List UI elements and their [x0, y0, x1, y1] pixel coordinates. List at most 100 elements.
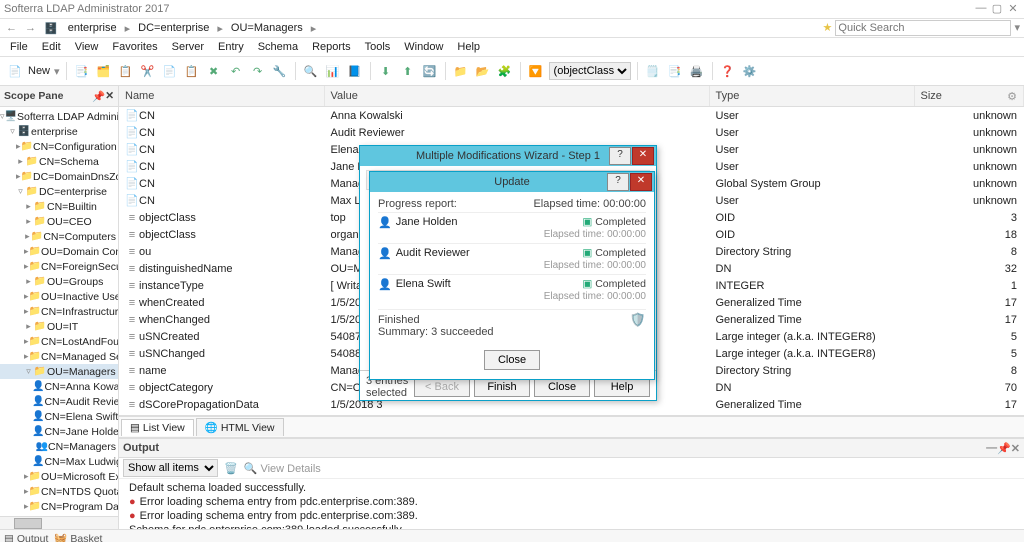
menu-edit[interactable]: Edit	[36, 40, 67, 54]
menu-window[interactable]: Window	[398, 40, 449, 54]
col-type[interactable]: Type	[709, 86, 914, 107]
tool-icon[interactable]: 🔍	[302, 62, 320, 80]
tool-icon[interactable]: ❓	[719, 62, 737, 80]
tool-icon[interactable]: ⬆	[399, 62, 417, 80]
tree-item[interactable]: ▸📁OU=Inactive Users	[0, 289, 118, 304]
tree-item[interactable]: ▸📁OU=Microsoft Exchange Security	[0, 469, 118, 484]
tool-icon[interactable]: 📑	[666, 62, 684, 80]
favorite-icon[interactable]: ★	[822, 22, 832, 34]
help-button[interactable]: Help	[594, 377, 650, 397]
menu-entry[interactable]: Entry	[212, 40, 250, 54]
tree-item[interactable]: ▸📁OU=Domain Controllers	[0, 244, 118, 259]
tree-item[interactable]: ▿📁DC=enterprise	[0, 184, 118, 199]
menu-favorites[interactable]: Favorites	[106, 40, 163, 54]
tree-item[interactable]: ▸📁OU=IT	[0, 319, 118, 334]
undo-icon[interactable]: ↶	[227, 62, 245, 80]
tree-item[interactable]: 👤CN=Elena Swift	[0, 409, 118, 424]
tree-item[interactable]: ▸📁CN=Infrastructure	[0, 304, 118, 319]
tab-output[interactable]: ▤ Output	[4, 533, 48, 542]
close-button[interactable]: Close	[534, 377, 590, 397]
tree-item[interactable]: ▸📁CN=ForeignSecurityPrincipals	[0, 259, 118, 274]
tree-item[interactable]: ▸📁CN=LostAndFound	[0, 334, 118, 349]
menu-server[interactable]: Server	[166, 40, 210, 54]
menu-file[interactable]: File	[4, 40, 34, 54]
filter-combo[interactable]: (objectClass=*)	[549, 62, 631, 80]
maximize-icon[interactable]: ▢	[990, 2, 1004, 16]
paste-icon[interactable]: 📋	[183, 62, 201, 80]
delete-icon[interactable]: ✖	[205, 62, 223, 80]
grid-row[interactable]: 📄CNAudit ReviewerUserunknown	[119, 124, 1024, 141]
tree-item[interactable]: ▸📁CN=Builtin	[0, 199, 118, 214]
tool-icon[interactable]: 📑	[73, 62, 91, 80]
tree-item[interactable]: 👥CN=Managers	[0, 439, 118, 454]
tree-item[interactable]: 👤CN=Max Ludwig	[0, 454, 118, 469]
close-button[interactable]: Close	[484, 350, 540, 370]
pin-icon[interactable]: 📌	[997, 442, 1011, 455]
filter-icon[interactable]: 🔽	[527, 62, 545, 80]
tree-item[interactable]: ▸📁CN=NTDS Quotas	[0, 484, 118, 499]
col-size[interactable]: Size⚙	[914, 86, 1024, 107]
scope-tree[interactable]: ▿🖥️Softerra LDAP Administrator ▿🗄️enterp…	[0, 107, 118, 516]
tab-list-view[interactable]: ▤List View	[121, 419, 194, 436]
server-icon[interactable]: 🗄️	[42, 22, 60, 35]
grid-row[interactable]: 📄CNAnna KowalskiUserunknown	[119, 107, 1024, 125]
new-button[interactable]: 📄	[6, 62, 24, 80]
close-icon[interactable]: ✕	[630, 173, 652, 191]
help-icon[interactable]: ?	[607, 173, 629, 191]
grid-row[interactable]: ≡dSCorePropagationData1/5/2018 3Generali…	[119, 413, 1024, 416]
menu-help[interactable]: Help	[451, 40, 486, 54]
tree-root[interactable]: Softerra LDAP Administrator	[17, 111, 118, 123]
tab-html-view[interactable]: 🌐HTML View	[196, 418, 284, 436]
tree-item[interactable]: ▸📁CN=Computers	[0, 229, 118, 244]
tool-icon[interactable]: 📊	[324, 62, 342, 80]
tree-item[interactable]: ▸📁CN=Configuration	[0, 139, 118, 154]
crumb-1[interactable]: DC=enterprise	[134, 21, 213, 35]
menu-view[interactable]: View	[69, 40, 105, 54]
tree-item[interactable]: ▸📁CN=Managed Service Accounts	[0, 349, 118, 364]
tab-basket[interactable]: 🧺 Basket	[54, 532, 102, 542]
crumb-2[interactable]: OU=Managers	[227, 21, 307, 35]
close-icon[interactable]: ✕	[105, 90, 114, 102]
cut-icon[interactable]: ✂️	[139, 62, 157, 80]
tree-hscroll[interactable]	[0, 516, 118, 529]
col-value[interactable]: Value	[324, 86, 709, 107]
menu-tools[interactable]: Tools	[359, 40, 397, 54]
view-details-button[interactable]: 🔍 View Details	[244, 462, 321, 475]
quick-search-input[interactable]	[835, 20, 1011, 36]
tool-icon[interactable]: 📂	[474, 62, 492, 80]
forward-button[interactable]: →	[23, 22, 38, 34]
tool-icon[interactable]: 🧩	[496, 62, 514, 80]
search-options-icon[interactable]: ▾	[1014, 22, 1020, 34]
tool-icon[interactable]: 📁	[452, 62, 470, 80]
tool-icon[interactable]: 📘	[346, 62, 364, 80]
tool-icon[interactable]: ⬇	[377, 62, 395, 80]
tool-icon[interactable]: 🖨️	[688, 62, 706, 80]
finish-button[interactable]: Finish	[474, 377, 530, 397]
close-icon[interactable]: ✕	[632, 147, 654, 165]
minimize-icon[interactable]: —	[986, 442, 997, 454]
close-icon[interactable]: ✕	[1006, 2, 1020, 16]
tree-item[interactable]: ▸📁OU=CEO	[0, 214, 118, 229]
back-button[interactable]: ←	[4, 22, 19, 34]
menu-schema[interactable]: Schema	[252, 40, 304, 54]
tool-icon[interactable]: 📋	[117, 62, 135, 80]
tree-item[interactable]: 👤CN=Audit Reviewer	[0, 394, 118, 409]
tree-item[interactable]: ▸📁CN=Schema	[0, 154, 118, 169]
tree-item[interactable]: ▿📁OU=Managers	[0, 364, 118, 379]
tool-icon[interactable]: 🔄	[421, 62, 439, 80]
tree-item[interactable]: ▿🗄️enterprise	[0, 124, 118, 139]
tool-icon[interactable]: 🗂️	[95, 62, 113, 80]
col-name[interactable]: Name	[119, 86, 324, 107]
close-icon[interactable]: ✕	[1011, 442, 1020, 455]
output-filter[interactable]: Show all items	[123, 459, 218, 477]
help-icon[interactable]: ?	[609, 147, 631, 165]
copy-icon[interactable]: 📄	[161, 62, 179, 80]
tool-icon[interactable]: 🗒️	[644, 62, 662, 80]
tree-item[interactable]: ▸📁OU=Groups	[0, 274, 118, 289]
tree-item[interactable]: ▸📁CN=Program Data	[0, 499, 118, 514]
redo-icon[interactable]: ↷	[249, 62, 267, 80]
minimize-icon[interactable]: —	[974, 2, 988, 16]
new-label[interactable]: New	[28, 65, 50, 77]
pin-icon[interactable]: 📌	[92, 90, 105, 103]
tree-item[interactable]: ▸📁DC=DomainDnsZones	[0, 169, 118, 184]
